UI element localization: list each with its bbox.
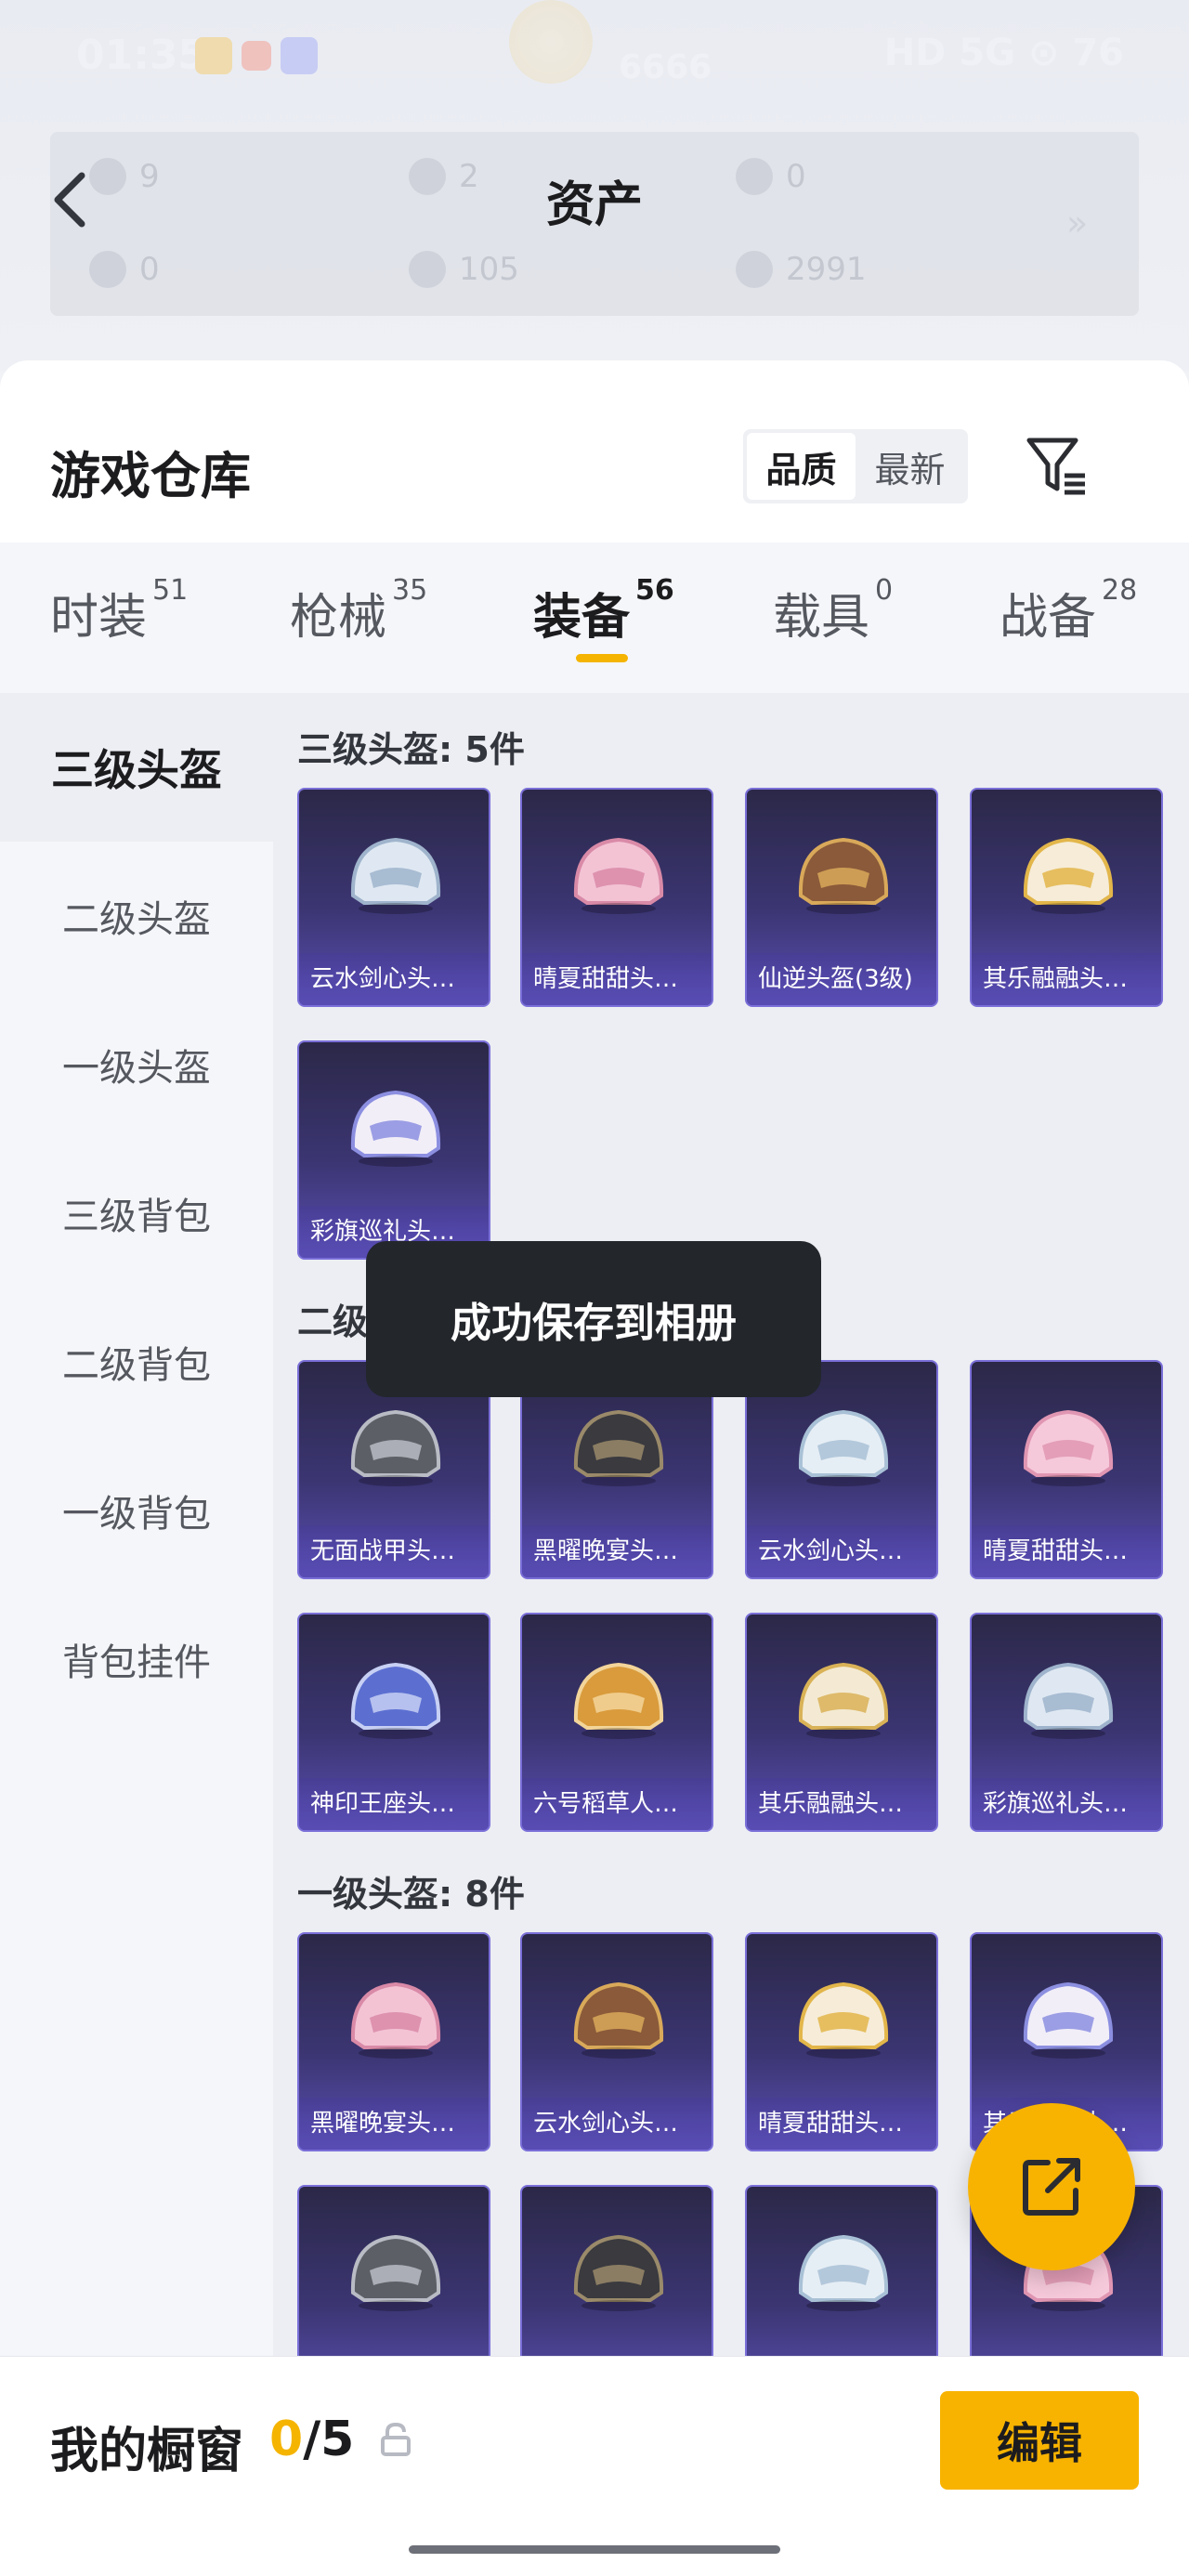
status-center-label: 6666 [619,48,712,86]
item-card[interactable]: 云水剑心头盔... [520,1932,713,2151]
item-name: 晴夏甜甜头盔... [747,2098,936,2150]
helmet-icon [350,2234,441,2311]
asset-more-arrows[interactable]: » [1066,203,1088,243]
item-card[interactable]: 其乐融融头盔... [745,1613,938,1832]
back-button[interactable] [43,167,98,232]
sidebar-item-level1-backpack[interactable]: 一级背包 [0,1436,273,1585]
item-name: 云水剑心头盔... [299,953,489,1005]
filter-icon [1026,438,1085,495]
item-card[interactable]: 黑曜晚宴头盔... [297,1932,490,2151]
item-name: 黑曜晚宴头盔... [299,2098,489,2150]
sort-quality-option[interactable]: 品质 [747,433,856,500]
back-arrow-icon [54,172,85,228]
share-button[interactable] [968,2103,1135,2270]
section-heading: 三级头盔: 5件 [297,729,525,770]
gold-coin-icon [736,158,773,195]
asset-stat: 2 [409,158,479,195]
status-bar: 01:35 6666 HD 5G ⊙ 76 [0,0,1189,111]
item-name: 云水剑心头盔... [522,2098,712,2150]
edit-button[interactable]: 编辑 [940,2391,1139,2490]
tab-weapons[interactable]: 枪械 35 [290,574,427,647]
item-name: 晴夏甜甜头盔... [522,953,712,1005]
item-card[interactable]: 其乐融融头盔... [970,788,1163,1007]
asset-stat: 0 [89,251,160,288]
helmet-icon [798,837,889,914]
asset-stat: 0 [736,158,806,195]
voucher-icon [89,251,126,288]
tab-equipment[interactable]: 装备 56 [533,574,674,647]
item-card[interactable]: 晴夏甜甜头盔... [520,788,713,1007]
item-card[interactable]: 晴夏甜甜头盔... [745,1932,938,2151]
item-name: 神印王座头盔... [299,1778,489,1830]
item-name: 云水剑心头盔... [747,1525,936,1577]
token-icon [736,251,773,288]
item-card[interactable]: 云水剑心头盔... [297,788,490,1007]
helmet-icon [798,1409,889,1486]
sidebar-item-level2-helmet[interactable]: 二级头盔 [0,842,273,990]
helmet-icon [798,1662,889,1739]
warehouse-title: 游戏仓库 [50,447,251,505]
flame-badge-icon [509,0,593,84]
tab-vehicles[interactable]: 载具 0 [773,574,893,647]
item-card[interactable]: 六号稻草人头... [520,1613,713,1832]
item-card[interactable]: 晴夏甜甜头盔... [970,1360,1163,1579]
item-name: 其乐融融头盔... [972,953,1161,1005]
section-heading: 一级头盔: 8件 [297,1874,525,1915]
sidebar-item-level2-backpack[interactable]: 二级背包 [0,1288,273,1436]
helmet-icon [350,1409,441,1486]
sidebar-item-level3-helmet[interactable]: 三级头盔 [0,693,273,842]
helmet-icon [573,1981,664,2059]
silver-coin-icon [409,158,446,195]
helmet-icon [1023,1409,1114,1486]
helmet-icon [350,1981,441,2059]
status-app-icons [195,37,318,74]
helmet-icon [573,1662,664,1739]
sidebar-item-backpack-pendant[interactable]: 背包挂件 [0,1585,273,1733]
item-name: 彩旗巡礼头盔... [972,1778,1161,1830]
item-name: 其乐融融头盔... [747,1778,936,1830]
helmet-icon [798,2234,889,2311]
tab-fashion[interactable]: 时装 51 [50,574,188,647]
sidebar-item-level3-backpack[interactable]: 三级背包 [0,1139,273,1288]
sort-toggle: 品质 最新 [743,429,968,503]
status-time: 01:35 [76,32,207,79]
share-icon [1023,2158,1080,2216]
showcase-count: 0/5 [269,2412,355,2467]
item-card[interactable]: 仙逆头盔(3级) [745,788,938,1007]
item-card[interactable]: 神印王座头盔... [297,1613,490,1832]
item-name: 无面战甲头盔... [299,1525,489,1577]
helmet-icon [1023,1662,1114,1739]
asset-stat: 105 [409,251,519,288]
helmet-icon [573,1409,664,1486]
helmet-icon [1023,837,1114,914]
helmet-icon [1023,1981,1114,2059]
page-title: 资产 [545,177,643,233]
item-card[interactable]: 彩旗巡礼头盔... [970,1613,1163,1832]
showcase-label: 我的橱窗 [50,2424,244,2479]
helmet-icon [350,837,441,914]
asset-stat: 2991 [736,251,867,288]
lock-icon [381,2422,411,2456]
helmet-icon [798,1981,889,2059]
sidebar: 三级头盔 二级头盔 一级头盔 三级背包 二级背包 一级背包 背包挂件 [0,693,273,2356]
sort-newest-option[interactable]: 最新 [856,433,964,500]
status-indicators: HD 5G ⊙ 76 [883,32,1124,74]
home-indicator[interactable] [409,2545,780,2554]
sidebar-item-level1-helmet[interactable]: 一级头盔 [0,990,273,1139]
helmet-icon [350,1662,441,1739]
asset-stat: 9 [89,158,160,195]
item-name: 仙逆头盔(3级) [747,953,936,1005]
filter-button[interactable] [1024,433,1091,500]
helmet-icon [573,2234,664,2311]
save-success-toast: 成功保存到相册 [366,1241,821,1397]
item-name: 六号稻草人头... [522,1778,712,1830]
helmet-icon [573,837,664,914]
item-name: 黑曜晚宴头盔... [522,1525,712,1577]
item-card[interactable]: 彩旗巡礼头盔... [297,1040,490,1260]
helmet-icon [350,1090,441,1167]
tab-supplies[interactable]: 战备 28 [1000,574,1137,647]
active-tab-indicator [576,654,628,662]
item-name: 晴夏甜甜头盔... [972,1525,1161,1577]
point-coin-icon [409,251,446,288]
